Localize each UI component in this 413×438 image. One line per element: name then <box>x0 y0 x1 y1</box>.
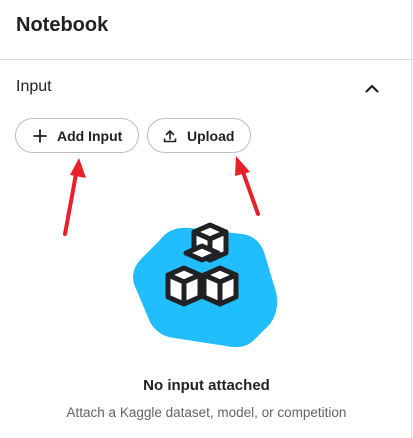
panel-border <box>411 0 412 438</box>
header-divider <box>0 59 412 60</box>
arrow-to-add-input <box>63 158 86 236</box>
input-section-title: Input <box>16 78 52 95</box>
upload-icon <box>162 128 178 144</box>
upload-button[interactable]: Upload <box>147 118 251 153</box>
upload-label: Upload <box>187 127 235 144</box>
empty-state-subtitle: Attach a Kaggle dataset, model, or compe… <box>66 405 347 420</box>
chevron-up-icon <box>365 84 379 93</box>
empty-state-title: No input attached <box>143 377 270 394</box>
notebook-panel: Notebook Input Add Input Upload No input… <box>0 0 413 438</box>
add-input-label: Add Input <box>57 127 123 144</box>
arrow-to-upload <box>235 156 260 216</box>
collapse-input-button[interactable] <box>362 78 382 98</box>
cubes-icon <box>133 222 278 348</box>
add-input-button[interactable]: Add Input <box>15 118 139 153</box>
panel-title: Notebook <box>16 14 109 36</box>
plus-icon <box>32 128 48 144</box>
